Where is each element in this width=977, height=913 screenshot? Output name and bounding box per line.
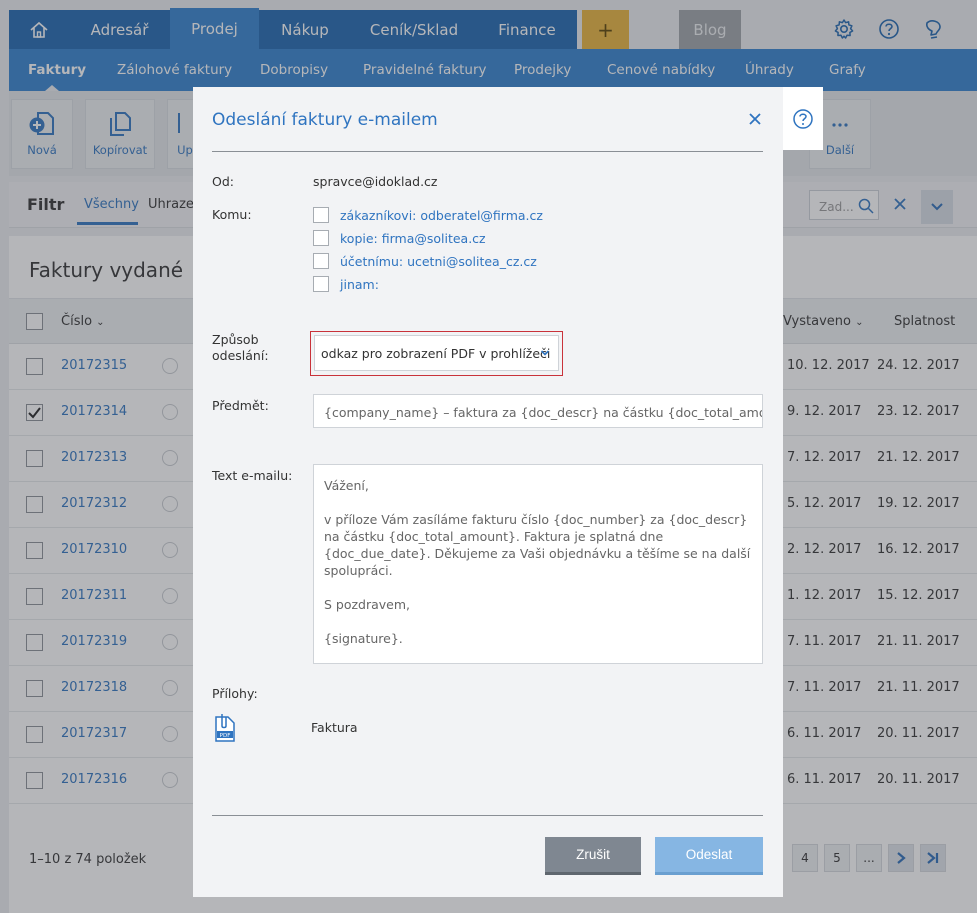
dialog-divider-top	[212, 151, 763, 152]
to-label: Komu:	[212, 207, 252, 222]
body-textarea[interactable]: Vážení, v příloze Vám zasíláme fakturu č…	[313, 464, 763, 664]
method-select-highlight: odkaz pro zobrazení PDF v prohlížeči	[310, 331, 563, 376]
recipient-copy-checkbox[interactable]	[313, 230, 329, 246]
recipient-other-label: jinam:	[340, 276, 379, 292]
body-paragraph: S pozdravem,	[324, 597, 411, 612]
help-icon	[793, 108, 813, 129]
dialog-divider-bottom	[212, 815, 763, 816]
body-paragraph: {signature}.	[324, 631, 403, 646]
recipient-accountant-checkbox[interactable]	[313, 253, 329, 269]
recipient-customer-checkbox[interactable]	[313, 207, 329, 223]
attachment-pdf[interactable]: PDF	[214, 713, 236, 743]
recipient-accountant-option[interactable]: účetnímu: ucetni@solitea_cz.cz	[313, 253, 537, 269]
svg-text:PDF: PDF	[220, 733, 231, 739]
body-paragraph: v příloze Vám zasíláme fakturu číslo {do…	[324, 512, 751, 578]
from-label: Od:	[212, 174, 234, 189]
body-label: Text e-mailu:	[212, 468, 293, 483]
dialog-help-button[interactable]	[783, 87, 823, 150]
recipient-other-option[interactable]: jinam:	[313, 276, 379, 292]
subject-label: Předmět:	[212, 398, 269, 413]
send-invoice-dialog: Odeslání faktury e-mailem Od: spravce@id…	[193, 87, 783, 897]
recipient-customer-label: zákazníkovi: odberatel@firma.cz	[340, 207, 543, 223]
recipient-copy-option[interactable]: kopie: firma@solitea.cz	[313, 230, 486, 246]
cancel-button[interactable]: Zrušit	[545, 837, 641, 875]
chevron-down-icon	[540, 350, 550, 356]
method-label: Způsob odeslání:	[212, 332, 269, 363]
recipient-accountant-label: účetnímu: ucetni@solitea_cz.cz	[340, 253, 537, 269]
pdf-attachment-icon: PDF	[215, 714, 235, 742]
body-paragraph: Vážení,	[324, 478, 369, 493]
attachments-label: Přílohy:	[212, 686, 258, 701]
attachment-name: Faktura	[311, 720, 358, 735]
dialog-close-button[interactable]	[745, 109, 765, 129]
method-select-value: odkaz pro zobrazení PDF v prohlížeči	[321, 346, 551, 361]
recipient-other-checkbox[interactable]	[313, 276, 329, 292]
send-button[interactable]: Odeslat	[655, 837, 763, 875]
dialog-title: Odeslání faktury e-mailem	[212, 110, 438, 130]
recipient-customer-option[interactable]: zákazníkovi: odberatel@firma.cz	[313, 207, 543, 223]
method-select[interactable]: odkaz pro zobrazení PDF v prohlížeči	[314, 335, 559, 371]
close-icon	[749, 113, 761, 125]
subject-input[interactable]: {company_name} – faktura za {doc_descr} …	[313, 394, 763, 428]
from-value: spravce@idoklad.cz	[313, 174, 438, 189]
recipient-copy-label: kopie: firma@solitea.cz	[340, 230, 486, 246]
